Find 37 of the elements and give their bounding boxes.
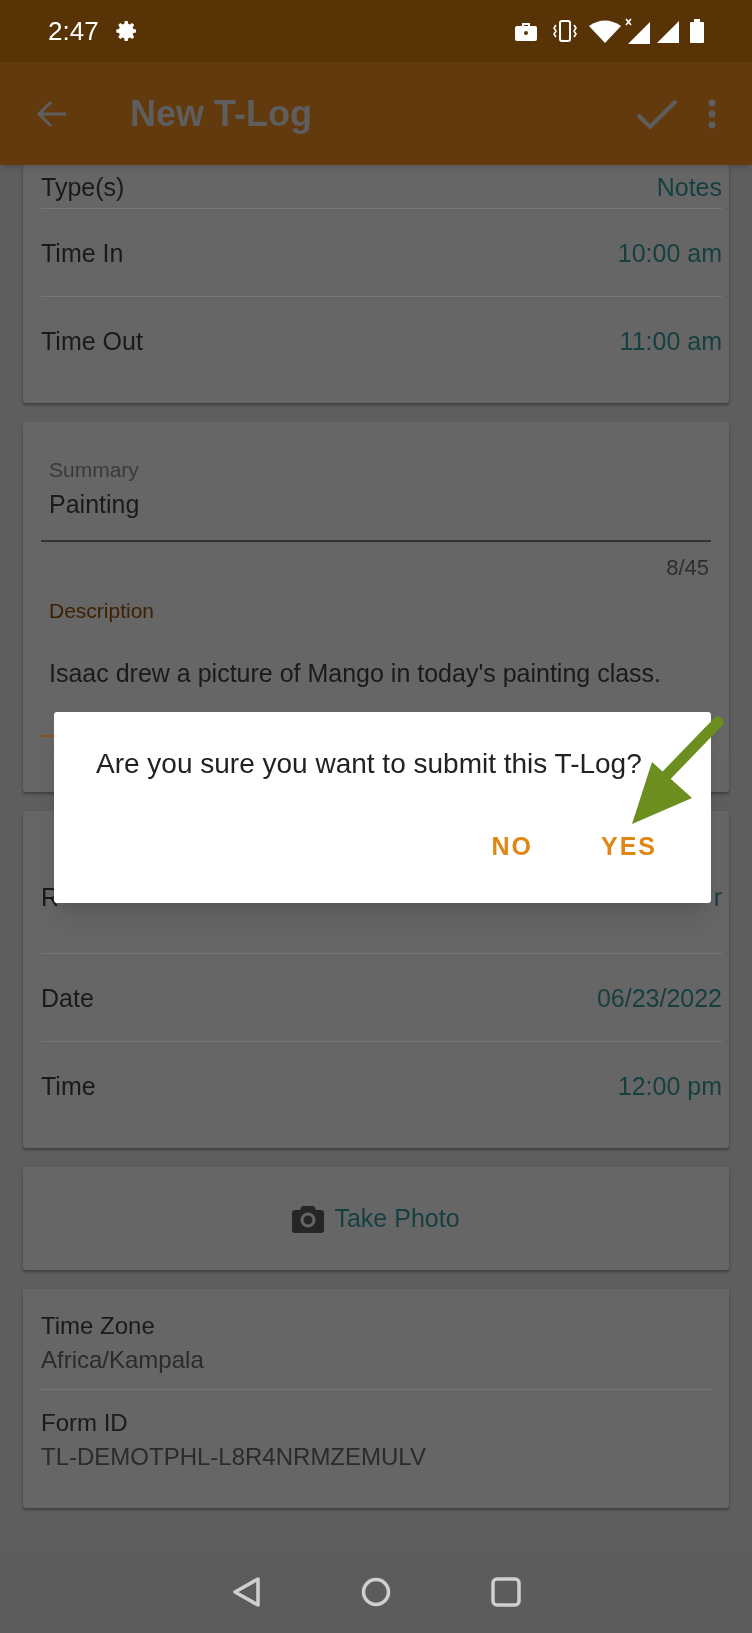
dialog-button[interactable]: NO [491,832,533,860]
field-label: Time [41,1071,96,1101]
dialog-button[interactable]: YES [600,832,657,860]
field-value[interactable]: r [713,882,722,912]
info-value: TL-DEMOTPHL-L8R4NRMZEMULV [41,1442,427,1472]
screen-title: New T-Log [130,91,312,136]
gear-icon [114,19,139,43]
field-value: Painting [49,489,141,520]
back-icon[interactable] [231,1576,261,1608]
field-value: Isaac drew a picture of Mango in today's painting class. [49,658,663,689]
field-value[interactable]: 06/23/2022 [596,982,722,1013]
cellular-signal-icon [622,18,652,44]
field-value[interactable]: Notes [656,171,722,202]
cellular-signal-icon [656,19,680,43]
camera-icon [292,1204,325,1233]
character-counter: 8/45 [666,554,709,582]
wifi-icon [588,19,622,43]
battery-icon [690,19,704,43]
vibrate-icon [552,19,578,43]
recents-icon[interactable] [491,1577,521,1607]
field-label: Date [41,982,94,1013]
take-photo-button[interactable]: Take Photo [292,1199,460,1238]
dialog-message: Are you sure you want to submit this T-Log? [96,747,643,781]
status-time: 2:47 [48,14,99,48]
field-value[interactable]: 12:00 pm [617,1071,722,1101]
checkmark-icon[interactable] [636,97,678,130]
field-label: Description [49,598,156,624]
field-value[interactable]: 10:00 am [617,237,722,268]
field-label: Time In [41,237,124,268]
field-label: Time Out [41,326,143,356]
field-value[interactable]: 11:00 am [619,326,722,356]
info-label: Form ID [41,1408,129,1438]
info-value: Africa/Kampala [41,1345,205,1375]
home-icon[interactable] [361,1577,391,1607]
field-label: Type(s) [41,171,125,202]
info-label: Time Zone [41,1311,156,1341]
briefcase-icon [514,20,538,42]
